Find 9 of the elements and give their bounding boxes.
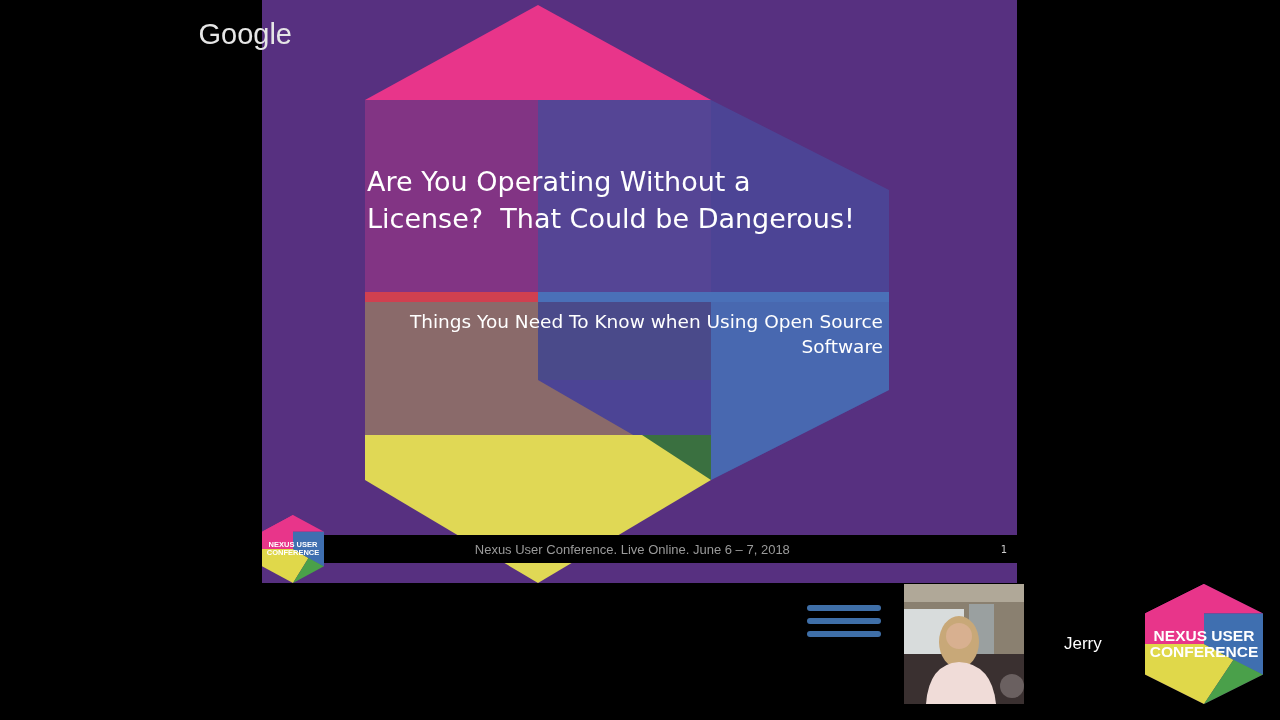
slide-subtitle: Software <box>801 335 883 359</box>
slide-subtitle: Things You Need To Know when Using Open Source <box>409 310 883 334</box>
slide-title: Are You Operating Without a <box>367 165 751 199</box>
slide-number: 1 <box>1000 543 1007 555</box>
participant-name: Jerry <box>1064 634 1103 654</box>
slide-title: License? That Could be Dangerous! <box>367 202 855 236</box>
hexagon-icon <box>1145 584 1263 704</box>
footer-text: Nexus User Conference. Live Online. June 6 – 7, 2018 <box>473 541 791 557</box>
menu-icon[interactable] <box>807 604 881 639</box>
